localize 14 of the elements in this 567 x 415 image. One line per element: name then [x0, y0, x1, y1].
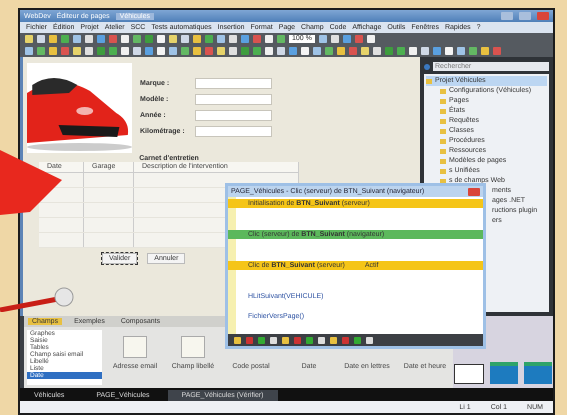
input-field[interactable]	[195, 126, 272, 137]
page-thumbnail[interactable]	[524, 362, 552, 384]
control-icon[interactable]	[181, 336, 205, 358]
maximize-button[interactable]	[519, 12, 531, 20]
input-field[interactable]	[195, 94, 272, 105]
control-icon[interactable]	[123, 336, 147, 358]
page-thumbnail[interactable]	[490, 362, 518, 384]
minimize-button[interactable]	[501, 12, 513, 20]
page-thumbnail[interactable]	[454, 364, 484, 384]
arrow-head-drawing	[0, 150, 62, 215]
input-field[interactable]	[195, 110, 272, 121]
input-field[interactable]	[195, 78, 272, 89]
close-button[interactable]	[468, 188, 480, 196]
search-icon	[424, 64, 430, 70]
